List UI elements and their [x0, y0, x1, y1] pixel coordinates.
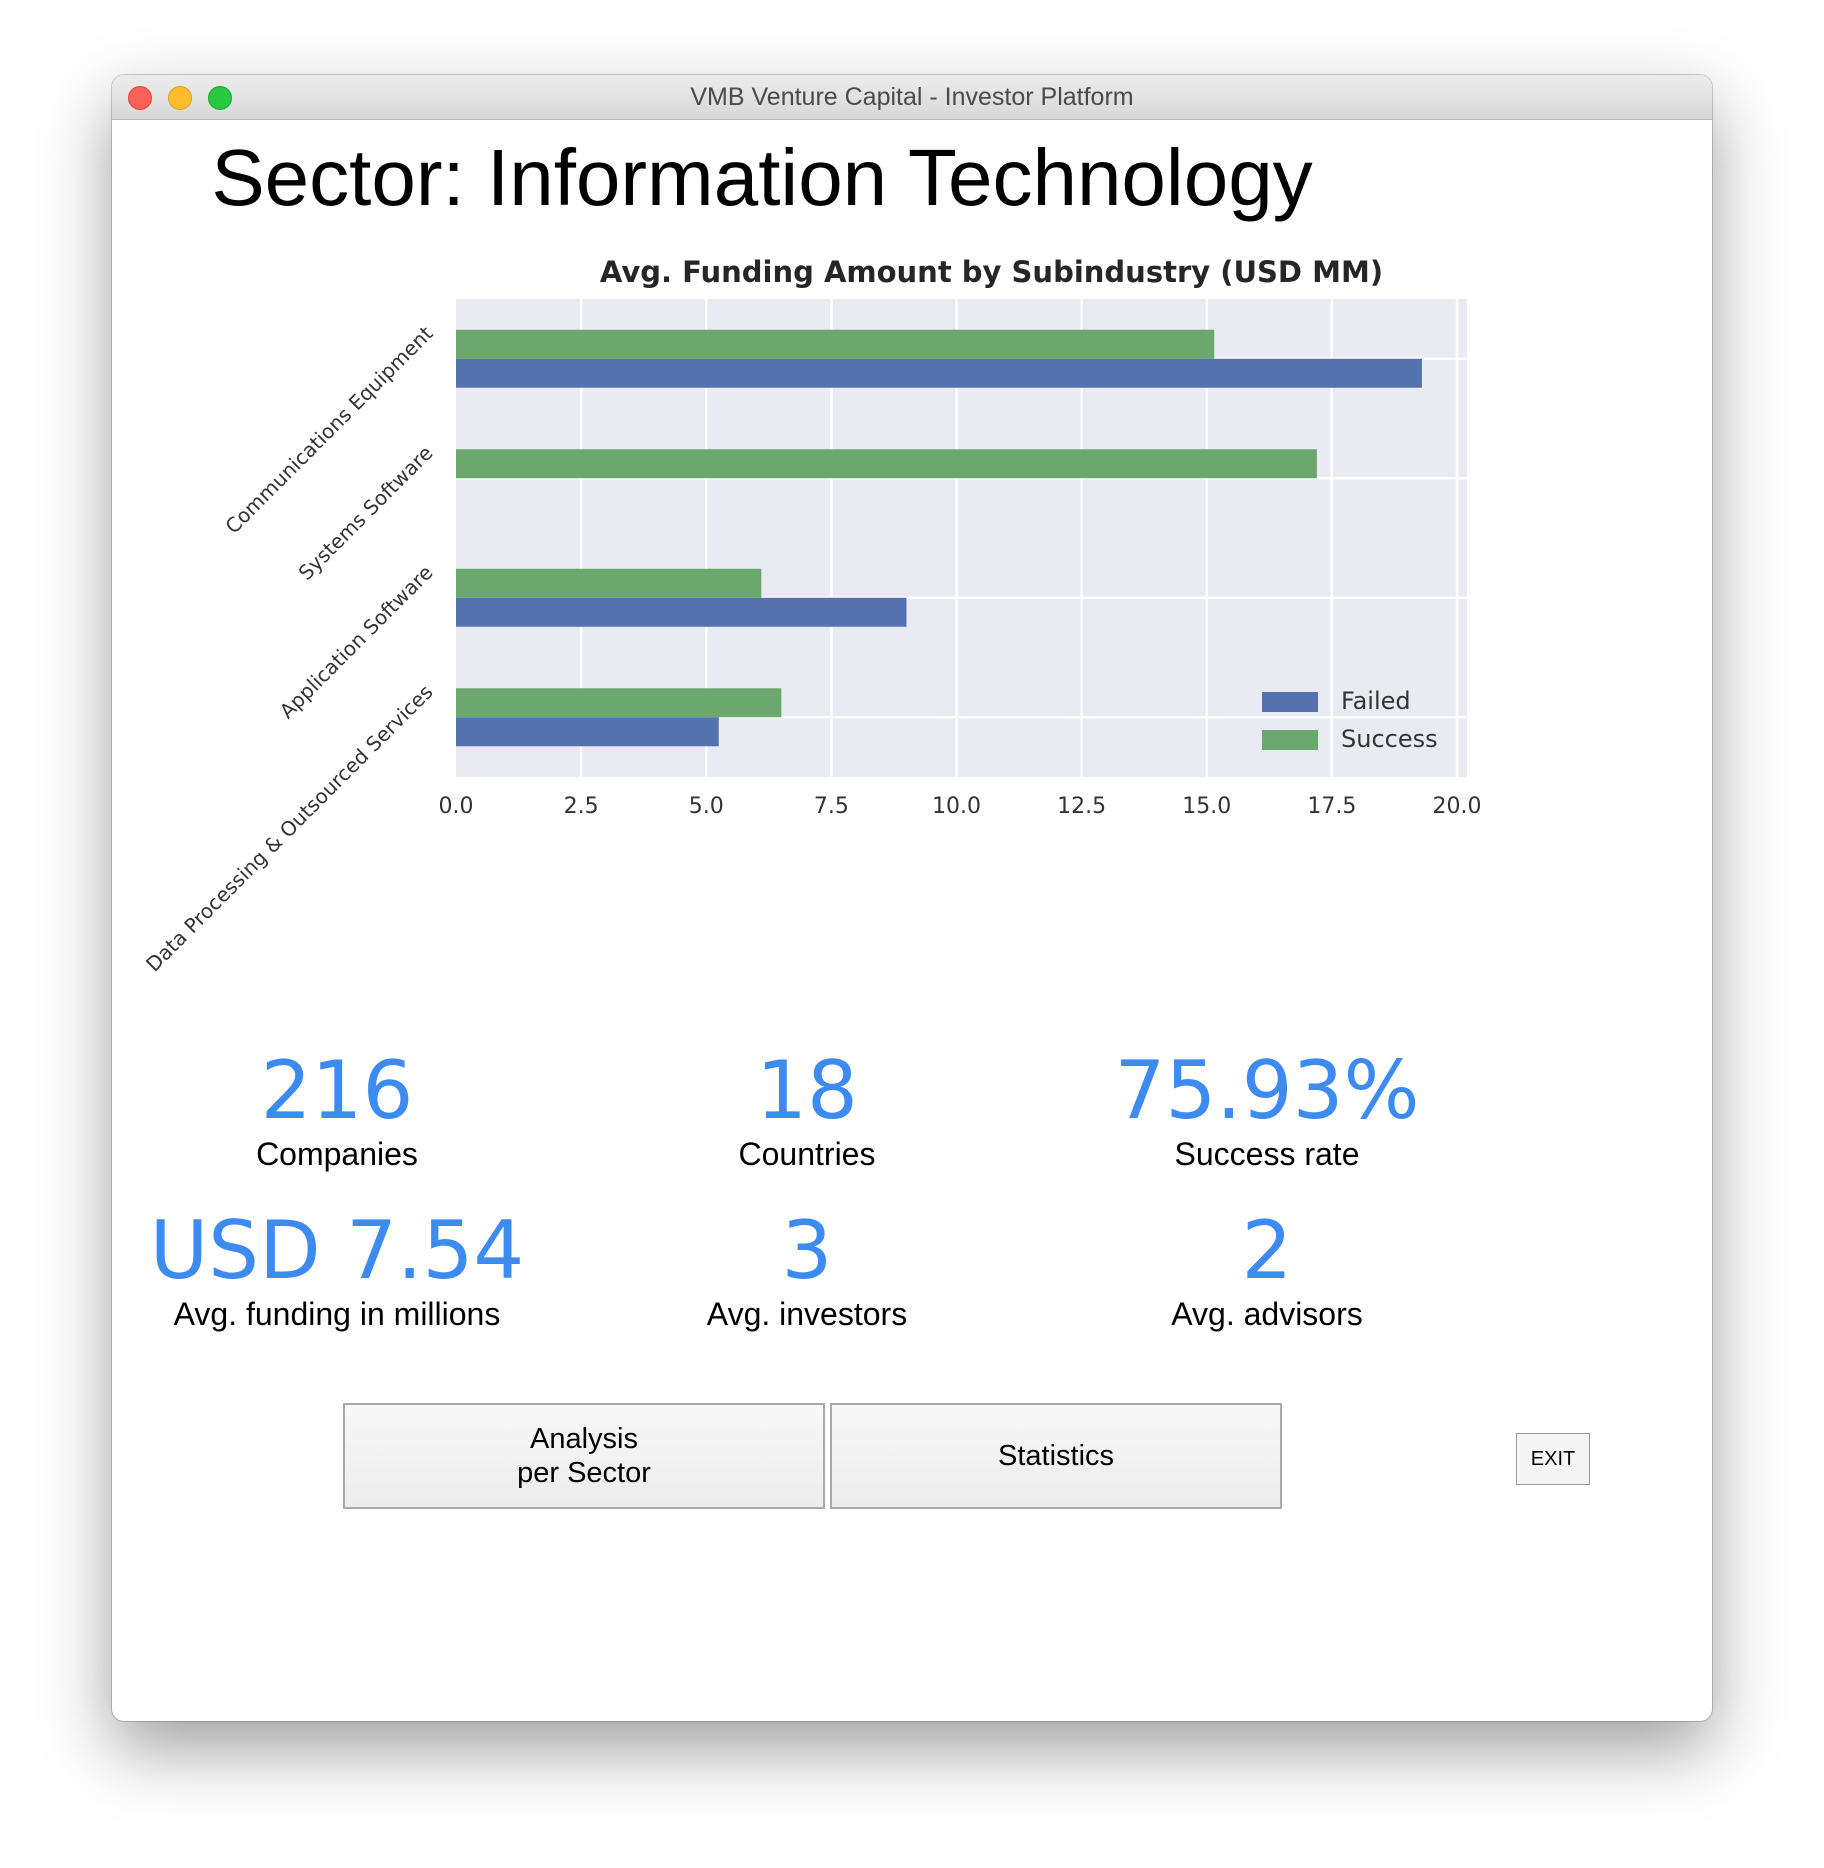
y-category-label: Communications Equipment: [220, 321, 437, 538]
chart-title: Avg. Funding Amount by Subindustry (USD …: [600, 255, 1383, 289]
bar-failed-2: [456, 597, 907, 627]
metric-value: 18: [756, 1044, 858, 1137]
metric-countries: 18 Countries: [632, 1050, 982, 1173]
app-window: VMB Venture Capital - Investor Platform …: [112, 75, 1712, 1721]
bar-success-1: [456, 449, 1317, 479]
metric-label: Countries: [738, 1136, 876, 1172]
legend-label-failed: Failed: [1341, 687, 1411, 715]
metric-value: 3: [781, 1204, 833, 1297]
x-tick-label: 2.5: [564, 794, 599, 819]
metric-label: Avg. investors: [706, 1296, 908, 1332]
metric-avg-funding: USD 7.54 Avg. funding in millions: [132, 1210, 542, 1333]
x-tick-label: 15.0: [1182, 794, 1231, 819]
y-category-label: Systems Software: [294, 441, 438, 585]
funding-bar-chart: Avg. Funding Amount by Subindustry (USD …: [141, 255, 1481, 976]
statistics-button[interactable]: Statistics: [830, 1403, 1282, 1509]
legend-swatch-failed: [1262, 692, 1318, 712]
metric-avg-advisors: 2 Avg. advisors: [1092, 1210, 1442, 1333]
metric-value: USD 7.54: [149, 1204, 525, 1297]
x-tick-label: 7.5: [814, 794, 849, 819]
metric-label: Avg. funding in millions: [173, 1296, 501, 1332]
metric-success-rate: 75.93% Success rate: [1057, 1050, 1477, 1173]
x-tick-label: 5.0: [689, 794, 724, 819]
metric-label: Success rate: [1174, 1136, 1360, 1172]
x-tick-label: 12.5: [1057, 794, 1106, 819]
exit-button[interactable]: EXIT: [1516, 1433, 1590, 1485]
legend-swatch-success: [1262, 730, 1318, 750]
x-tick-label: 17.5: [1307, 794, 1356, 819]
metric-companies: 216 Companies: [162, 1050, 512, 1173]
bar-failed-0: [456, 358, 1422, 388]
bar-success-2: [456, 568, 762, 598]
metric-value: 2: [1241, 1204, 1293, 1297]
metric-value: 75.93%: [1114, 1044, 1420, 1137]
x-tick-label: 0.0: [439, 794, 474, 819]
bar-failed-3: [456, 717, 719, 747]
x-tick-label: 20.0: [1432, 794, 1481, 819]
metric-label: Avg. advisors: [1171, 1296, 1363, 1332]
metric-avg-investors: 3 Avg. investors: [632, 1210, 982, 1333]
bar-success-0: [456, 329, 1215, 359]
metric-value: 216: [260, 1044, 414, 1137]
x-tick-label: 10.0: [932, 794, 981, 819]
legend-label-success: Success: [1341, 725, 1438, 753]
analysis-per-sector-button[interactable]: Analysis per Sector: [343, 1403, 825, 1509]
metric-label: Companies: [256, 1136, 418, 1172]
bar-success-3: [456, 688, 782, 718]
y-category-label: Data Processing & Outsourced Services: [141, 680, 437, 976]
